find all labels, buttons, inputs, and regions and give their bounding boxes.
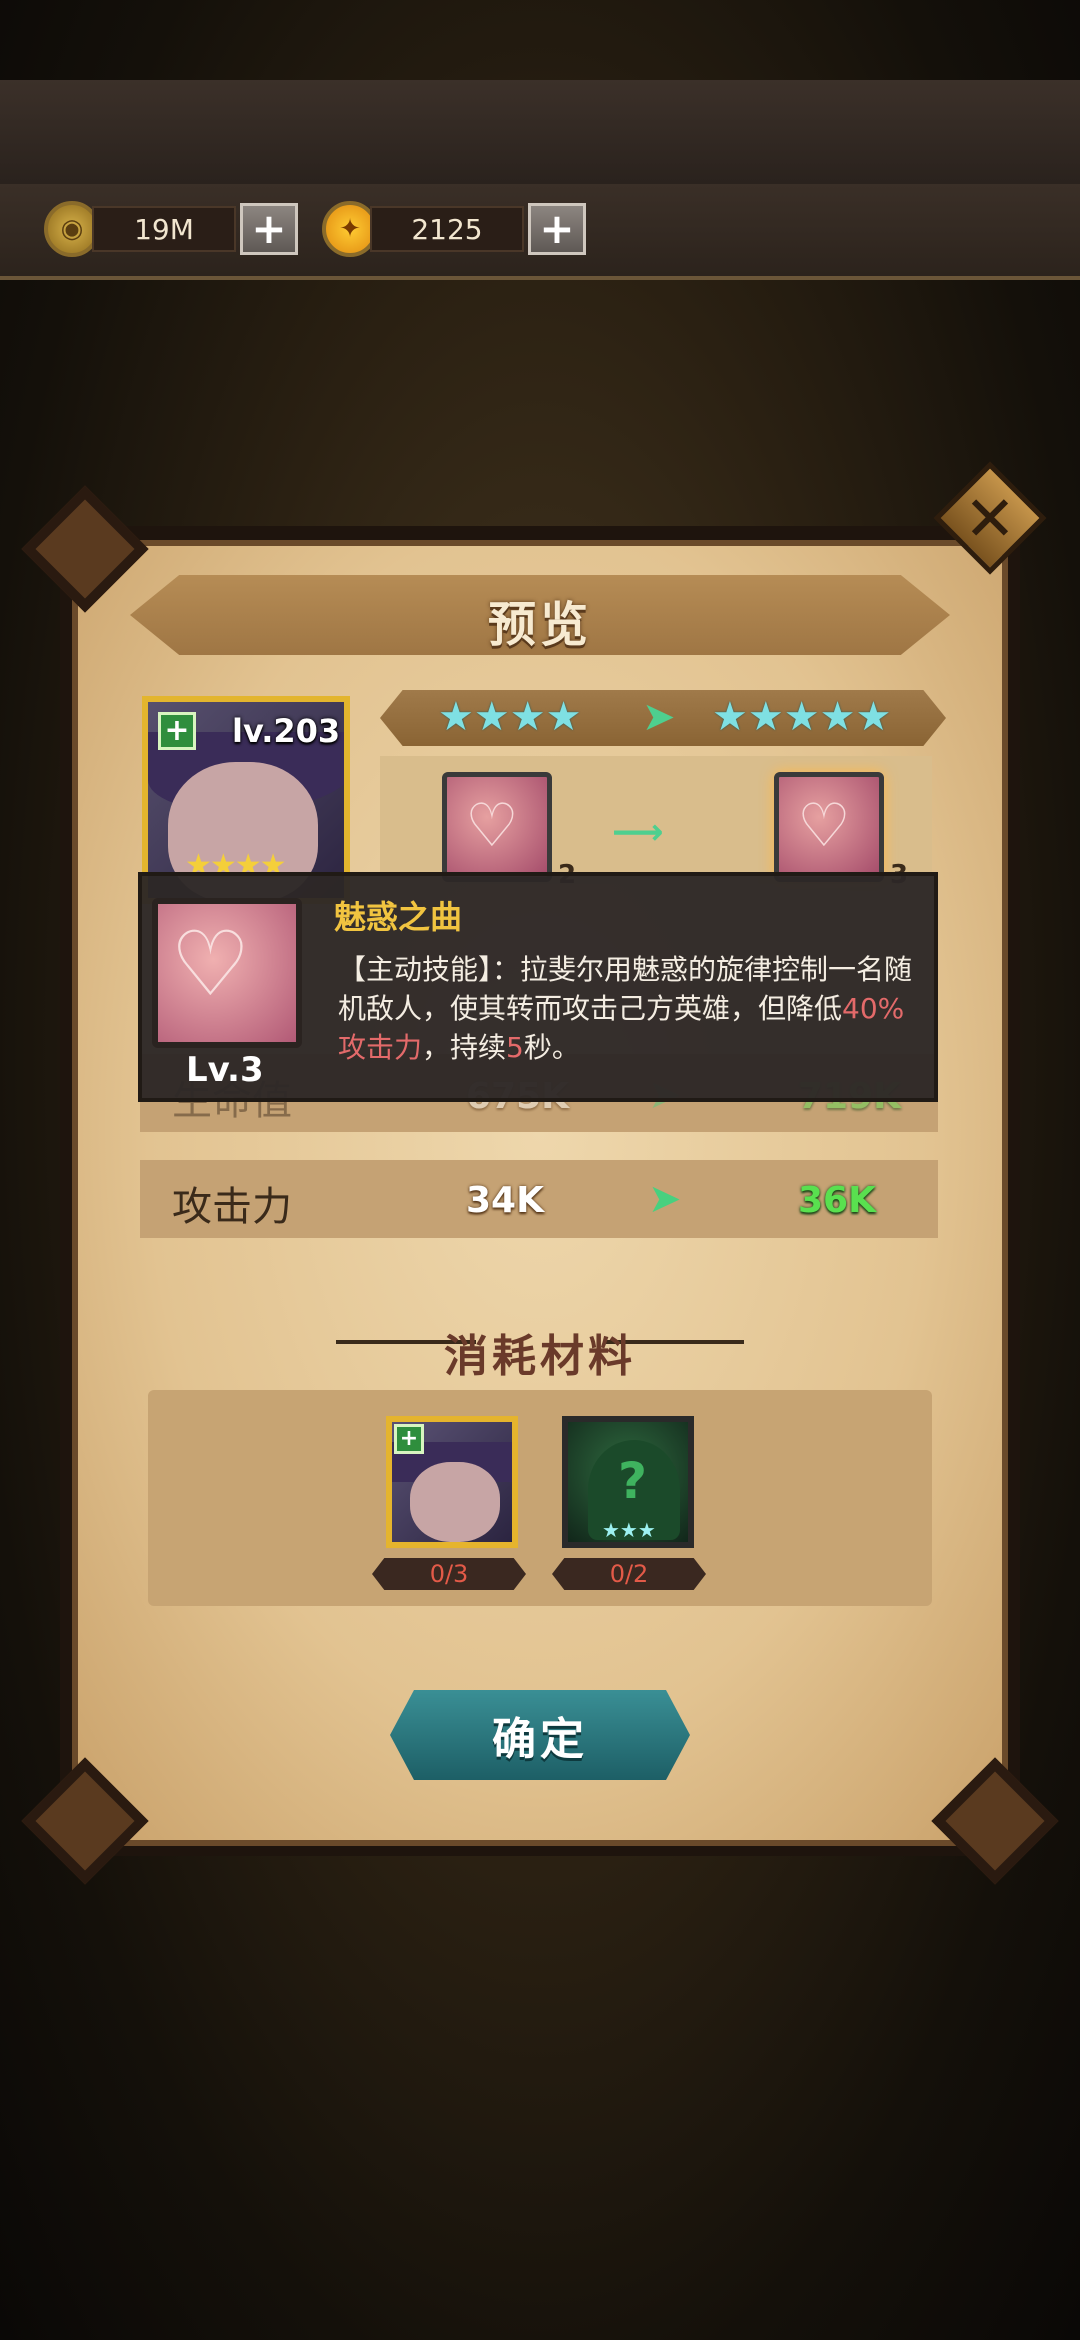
gold-value: 19M [92,206,236,252]
materials-box [148,1390,932,1606]
skill-icon-next[interactable]: ♡ [774,772,884,882]
tooltip-skill-level: Lv.3 [186,1050,264,1090]
star-arrow-icon: ➤ [642,694,676,740]
gem-value: 2125 [370,206,524,252]
material-class-badge-icon: + [394,1424,424,1454]
skill-arrow-icon: ⟶ [612,812,664,853]
add-gem-button[interactable]: + [528,203,586,255]
close-icon[interactable]: ✕ [950,478,1030,558]
desc-text: ，持续 [422,1031,507,1064]
desc-text: 【主动技能】：拉斐尔用魅惑的旋律控制一名随机敌人，使其转而攻击己方英雄，但降低 [338,953,913,1025]
desc-highlight: 5 [506,1031,524,1064]
tooltip-skill-name: 魅惑之曲 [334,898,463,936]
stars-to: ★★★★★ [712,694,892,740]
stat-label-atk: 攻击力 [172,1184,292,1230]
tooltip-skill-description: 【主动技能】：拉斐尔用魅惑的旋律控制一名随机敌人，使其转而攻击己方英雄，但降低4… [338,950,918,1067]
question-icon: ? [618,1452,648,1510]
heart-icon: ♡ [170,912,251,1017]
desc-text: 秒。 [523,1031,580,1064]
material-count-2: 0/2 [552,1558,706,1590]
hero-class-badge-icon: + [158,712,196,750]
stat-current-atk: 34K [466,1180,544,1221]
top-bar [0,80,1080,190]
material-stars: ★★★ [602,1518,656,1542]
heart-icon: ♡ [465,791,519,861]
gem-currency: ✦ 2125 + [322,201,586,257]
stars-from: ★★★★ [438,694,582,740]
heart-icon: ♡ [797,791,851,861]
hero-face [410,1462,500,1542]
gold-currency: ◉ 19M + [44,201,298,257]
dialog-title: 预览 [487,597,592,653]
skill-icon-current[interactable]: ♡ [442,772,552,882]
stat-arrow-icon: ➤ [648,1176,682,1222]
materials-title: 消耗材料 [444,1331,636,1382]
stat-next-atk: 36K [798,1180,876,1221]
hero-level: lv.203 [232,712,341,750]
add-gold-button[interactable]: + [240,203,298,255]
material-count-1: 0/3 [372,1558,526,1590]
confirm-button-label[interactable]: 确定 [390,1690,690,1780]
